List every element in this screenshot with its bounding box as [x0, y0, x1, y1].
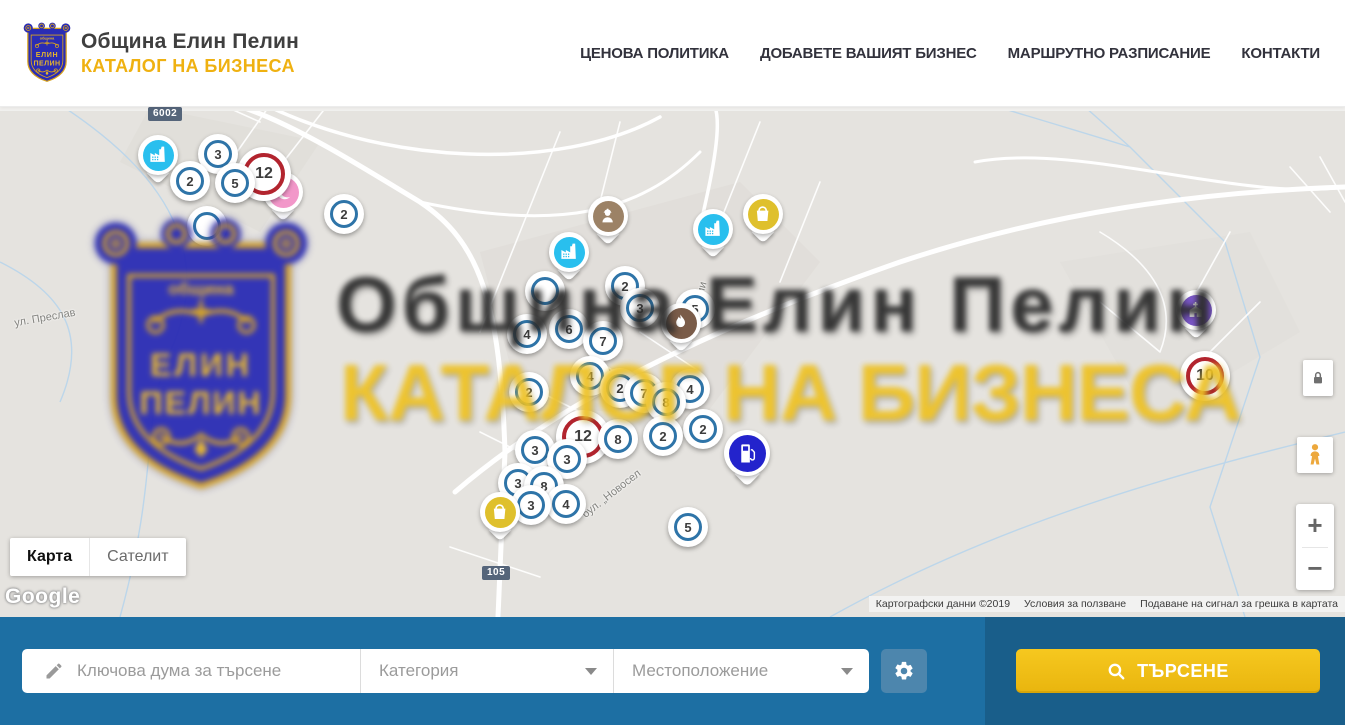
- search-icon: [1107, 662, 1126, 681]
- street-view-pegman-button[interactable]: [1297, 437, 1333, 473]
- site-logo[interactable]: Община Елин Пелин КАТАЛОГ НА БИЗНЕСА: [22, 17, 299, 89]
- marker-cluster-2[interactable]: 2: [170, 161, 210, 201]
- category-select[interactable]: Категория: [360, 649, 613, 693]
- search-fields-bar: Категория Местоположение: [22, 649, 869, 693]
- flame-icon: [671, 313, 690, 332]
- marker-cluster-3[interactable]: 3: [620, 288, 660, 328]
- marker-pin-worker[interactable]: [588, 196, 628, 248]
- church-icon: [1186, 300, 1205, 319]
- chevron-down-icon: [585, 668, 597, 675]
- factory-icon: [559, 242, 578, 261]
- marker-cluster-2[interactable]: 2: [643, 416, 683, 456]
- attribution-copyright: Картографски данни ©2019: [869, 598, 1017, 610]
- marker-cluster-5[interactable]: 5: [215, 163, 255, 203]
- marker-cluster-5[interactable]: 5: [668, 507, 708, 547]
- fuel-icon: [736, 442, 759, 465]
- marker-pin-bag[interactable]: [743, 194, 783, 246]
- pegman-icon: [1304, 442, 1326, 468]
- main-nav: ЦЕНОВА ПОЛИТИКА ДОБАВЕТЕ ВАШИЯТ БИЗНЕС М…: [580, 45, 1320, 62]
- marker-cluster-2[interactable]: 2: [324, 194, 364, 234]
- location-select[interactable]: Местоположение: [613, 649, 869, 693]
- advanced-search-button[interactable]: [881, 649, 927, 693]
- attribution-report-error-link[interactable]: Подаване на сигнал за грешка в картата: [1133, 598, 1345, 610]
- google-logo[interactable]: Google: [5, 585, 80, 609]
- map-type-satellite-button[interactable]: Сателит: [89, 538, 185, 576]
- map-type-map-button[interactable]: Карта: [10, 538, 89, 576]
- map-attribution: Картографски данни ©2019 Условия за полз…: [869, 596, 1345, 612]
- map-top-edge: [0, 107, 1345, 111]
- bag-icon: [490, 502, 509, 521]
- bag-icon: [753, 204, 772, 223]
- nav-contacts[interactable]: КОНТАКТИ: [1241, 45, 1320, 62]
- gear-icon: [893, 660, 915, 682]
- factory-icon: [703, 219, 722, 238]
- route-badge: 6002: [148, 107, 182, 121]
- lock-control-button[interactable]: [1303, 360, 1333, 396]
- marker-cluster-7[interactable]: 7: [583, 321, 623, 361]
- municipality-crest-logo: [22, 17, 72, 89]
- keyword-search-input[interactable]: [77, 661, 346, 681]
- category-select-value: Категория: [379, 661, 458, 681]
- site-name: Община Елин Пелин: [81, 30, 299, 54]
- marker-pin-bag[interactable]: [480, 492, 520, 544]
- marker-pin-church[interactable]: [1176, 290, 1216, 342]
- keyword-field[interactable]: [22, 649, 360, 693]
- marker-cluster-blank[interactable]: [187, 206, 227, 246]
- attribution-terms-link[interactable]: Условия за ползване: [1017, 598, 1133, 610]
- location-select-value: Местоположение: [632, 661, 768, 681]
- search-submit-button[interactable]: ТЪРСЕНЕ: [1016, 649, 1320, 693]
- nav-pricing-policy[interactable]: ЦЕНОВА ПОЛИТИКА: [580, 45, 729, 62]
- nav-route-schedule[interactable]: МАРШРУТНО РАЗПИСАНИЕ: [1008, 45, 1211, 62]
- zoom-in-button[interactable]: +: [1296, 504, 1334, 547]
- site-tagline: КАТАЛОГ НА БИЗНЕСА: [81, 56, 299, 77]
- lock-icon: [1310, 369, 1326, 387]
- search-button-label: ТЪРСЕНЕ: [1137, 661, 1229, 682]
- marker-pin-factory[interactable]: [693, 209, 733, 261]
- map-type-control: Карта Сателит: [10, 538, 186, 576]
- marker-cluster-2[interactable]: 2: [509, 372, 549, 412]
- pencil-icon: [44, 661, 64, 681]
- nav-add-your-business[interactable]: ДОБАВЕТЕ ВАШИЯТ БИЗНЕС: [760, 45, 977, 62]
- worker-icon: [598, 206, 617, 225]
- google-map[interactable]: ул. Преславбул. „Новоселции6002105 32125…: [0, 107, 1345, 617]
- marker-cluster-2[interactable]: 2: [683, 409, 723, 449]
- site-header: Община Елин Пелин КАТАЛОГ НА БИЗНЕСА ЦЕН…: [0, 0, 1345, 107]
- marker-pin-flame[interactable]: [661, 303, 701, 355]
- marker-cluster-blank[interactable]: [525, 271, 565, 311]
- marker-cluster-8[interactable]: 8: [598, 419, 638, 459]
- marker-cluster-10[interactable]: 10: [1180, 351, 1230, 401]
- marker-cluster-4[interactable]: 4: [546, 484, 586, 524]
- factory-icon: [148, 145, 167, 164]
- search-panel: Категория Местоположение ТЪРСЕНЕ: [0, 617, 1345, 725]
- marker-pin-fuel[interactable]: [724, 430, 770, 488]
- zoom-out-button[interactable]: −: [1296, 548, 1334, 591]
- marker-cluster-4[interactable]: 4: [507, 314, 547, 354]
- zoom-control: + −: [1296, 504, 1334, 590]
- chevron-down-icon: [841, 668, 853, 675]
- route-badge: 105: [482, 566, 510, 580]
